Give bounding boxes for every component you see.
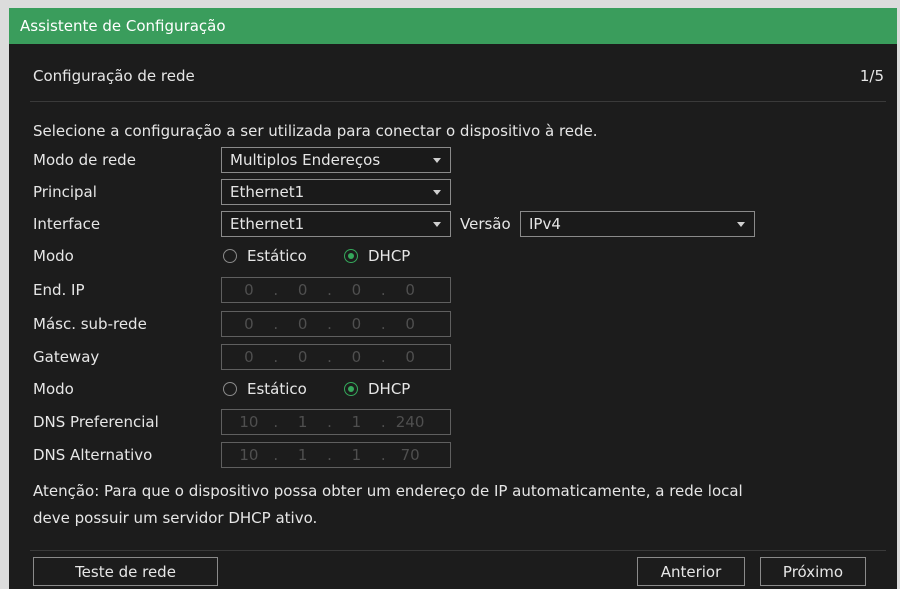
gateway-label: Gateway bbox=[33, 348, 100, 366]
previous-button[interactable]: Anterior bbox=[637, 557, 745, 586]
ip-octet-1: 0 bbox=[244, 281, 254, 299]
ip-separator: . bbox=[380, 281, 386, 299]
network-mode-label: Modo de rede bbox=[33, 151, 136, 169]
header-divider bbox=[30, 101, 886, 102]
interface-value: Ethernet1 bbox=[230, 215, 305, 233]
interface-select[interactable]: Ethernet1 bbox=[221, 211, 451, 237]
ip-mode-label: Modo bbox=[33, 247, 74, 265]
dns-mode-label: Modo bbox=[33, 380, 74, 398]
ip-octet-2: 0 bbox=[297, 348, 308, 366]
radio-checked-icon bbox=[344, 249, 358, 263]
ip-separator: . bbox=[380, 413, 386, 431]
ip-octet-1: 10 bbox=[239, 446, 259, 464]
next-button-label: Próximo bbox=[782, 562, 844, 581]
ip-octet-4: 0 bbox=[405, 281, 415, 299]
title-bar: Assistente de Configuração bbox=[9, 8, 897, 44]
page-title: Configuração de rede bbox=[33, 67, 195, 85]
step-indicator: 1/5 bbox=[859, 67, 884, 85]
version-label: Versão bbox=[460, 215, 511, 233]
ip-separator: . bbox=[273, 413, 279, 431]
intro-text: Selecione a configuração a ser utilizada… bbox=[33, 122, 598, 140]
ip-octet-1: 0 bbox=[244, 348, 254, 366]
dropdown-arrow-icon bbox=[737, 222, 745, 227]
radio-unchecked-icon bbox=[223, 249, 237, 263]
radio-unchecked-icon bbox=[223, 382, 237, 396]
dns-preferred-label: DNS Preferencial bbox=[33, 413, 159, 431]
ip-separator: . bbox=[273, 446, 279, 464]
ip-separator: . bbox=[273, 348, 279, 366]
radio-checked-icon bbox=[344, 382, 358, 396]
dns-mode-dhcp-radio[interactable]: DHCP bbox=[344, 379, 410, 399]
ip-octet-2: 1 bbox=[297, 446, 308, 464]
ip-octet-3: 0 bbox=[351, 315, 362, 333]
ip-separator: . bbox=[273, 281, 279, 299]
ip-octet-3: 1 bbox=[351, 446, 362, 464]
primary-select[interactable]: Ethernet1 bbox=[221, 179, 451, 205]
dns-preferred-field[interactable]: 10. 1. 1. 240 bbox=[221, 409, 451, 435]
ip-octet-4: 0 bbox=[405, 315, 415, 333]
footer-divider bbox=[30, 550, 886, 551]
subnet-mask-label: Másc. sub-rede bbox=[33, 315, 147, 333]
dropdown-arrow-icon bbox=[433, 158, 441, 163]
ip-octet-4: 240 bbox=[395, 413, 425, 431]
dns-mode-static-radio[interactable]: Estático bbox=[223, 379, 307, 399]
ip-address-label: End. IP bbox=[33, 281, 85, 299]
dns-alternate-label: DNS Alternativo bbox=[33, 446, 153, 464]
ip-separator: . bbox=[327, 446, 332, 464]
ip-separator: . bbox=[327, 315, 332, 333]
primary-label: Principal bbox=[33, 183, 97, 201]
version-select[interactable]: IPv4 bbox=[520, 211, 755, 237]
ip-octet-4: 70 bbox=[400, 446, 420, 464]
ip-octet-2: 0 bbox=[297, 315, 308, 333]
note-line-1: Atenção: Para que o dispositivo possa ob… bbox=[33, 482, 743, 500]
previous-button-label: Anterior bbox=[660, 562, 722, 581]
dropdown-arrow-icon bbox=[433, 222, 441, 227]
ip-mode-dhcp-radio[interactable]: DHCP bbox=[344, 246, 410, 266]
ip-separator: . bbox=[327, 348, 332, 366]
gateway-field[interactable]: 0. 0. 0. 0 bbox=[221, 344, 451, 370]
network-test-button[interactable]: Teste de rede bbox=[33, 557, 218, 586]
network-mode-value: Multiplos Endereços bbox=[230, 151, 381, 169]
ip-mode-static-radio[interactable]: Estático bbox=[223, 246, 307, 266]
ip-separator: . bbox=[380, 315, 386, 333]
ip-octet-1: 0 bbox=[244, 315, 254, 333]
ip-mode-dhcp-label: DHCP bbox=[368, 247, 411, 265]
ip-octet-3: 0 bbox=[351, 348, 362, 366]
ip-octet-3: 1 bbox=[351, 413, 362, 431]
interface-label: Interface bbox=[33, 215, 101, 233]
ip-octet-2: 1 bbox=[297, 413, 308, 431]
ip-address-field[interactable]: 0. 0. 0. 0 bbox=[221, 277, 451, 303]
ip-separator: . bbox=[380, 446, 386, 464]
next-button[interactable]: Próximo bbox=[760, 557, 866, 586]
dns-mode-static-label: Estático bbox=[247, 380, 307, 398]
ip-mode-static-label: Estático bbox=[247, 247, 307, 265]
ip-octet-4: 0 bbox=[405, 348, 415, 366]
ip-octet-1: 10 bbox=[239, 413, 259, 431]
subnet-mask-field[interactable]: 0. 0. 0. 0 bbox=[221, 311, 451, 337]
setup-wizard-dialog: Assistente de Configuração Configuração … bbox=[9, 8, 897, 589]
primary-value: Ethernet1 bbox=[230, 183, 305, 201]
network-test-button-label: Teste de rede bbox=[75, 562, 176, 581]
ip-separator: . bbox=[327, 413, 332, 431]
dropdown-arrow-icon bbox=[433, 190, 441, 195]
window-title: Assistente de Configuração bbox=[20, 17, 226, 35]
version-value: IPv4 bbox=[529, 215, 561, 233]
ip-octet-3: 0 bbox=[351, 281, 362, 299]
ip-separator: . bbox=[327, 281, 332, 299]
network-mode-select[interactable]: Multiplos Endereços bbox=[221, 147, 451, 173]
ip-octet-2: 0 bbox=[297, 281, 308, 299]
dns-alternate-field[interactable]: 10. 1. 1. 70 bbox=[221, 442, 451, 468]
ip-separator: . bbox=[380, 348, 386, 366]
ip-separator: . bbox=[273, 315, 279, 333]
note-line-2: deve possuir um servidor DHCP ativo. bbox=[33, 509, 318, 527]
dns-mode-dhcp-label: DHCP bbox=[368, 380, 411, 398]
